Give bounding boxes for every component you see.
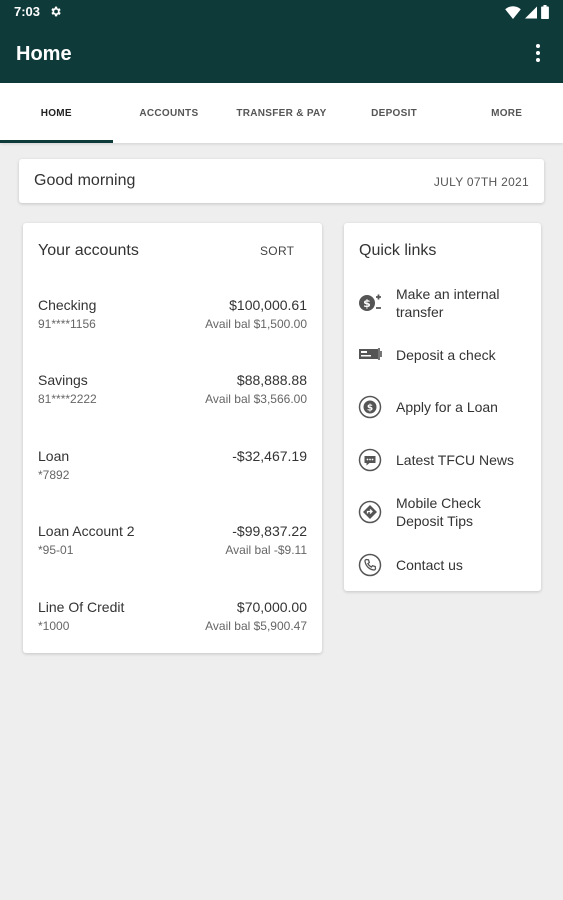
greeting-text: Good morning <box>34 172 136 189</box>
greeting-card: Good morning JULY 07TH 2021 <box>19 159 544 203</box>
account-balance: $88,888.88 <box>236 372 307 388</box>
news-icon <box>358 448 382 472</box>
account-number: *7892 <box>38 468 70 482</box>
tab-bar: HOME ACCOUNTS TRANSFER & PAY DEPOSIT MOR… <box>0 83 563 143</box>
battery-icon <box>541 5 549 19</box>
sort-button[interactable]: SORT <box>260 244 294 258</box>
account-balance: $100,000.61 <box>229 297 307 313</box>
overflow-menu-icon[interactable] <box>535 44 541 62</box>
account-name: Savings <box>38 372 88 388</box>
tab-more[interactable]: MORE <box>450 83 563 143</box>
phone-icon <box>358 553 382 577</box>
quick-links-card: Quick links $ Make an internal transfer … <box>344 223 541 591</box>
wifi-icon <box>505 5 521 19</box>
status-bar: 7:03 <box>0 0 563 24</box>
tab-deposit[interactable]: DEPOSIT <box>338 83 451 143</box>
greeting-date: JULY 07TH 2021 <box>433 175 529 189</box>
check-icon <box>359 348 382 360</box>
active-tab-indicator <box>0 140 113 143</box>
account-balance: -$99,837.22 <box>232 523 307 539</box>
account-row-checking[interactable]: Checking 91****1156 $100,000.61 Avail ba… <box>23 297 322 357</box>
quick-link-label: Mobile Check Deposit Tips <box>396 495 481 529</box>
loan-icon: $ <box>358 395 382 419</box>
accounts-title: Your accounts <box>38 242 139 259</box>
page-title: Home <box>16 43 72 65</box>
quick-link-internal-transfer[interactable]: $ Make an internal transfer <box>344 285 541 321</box>
account-name: Line Of Credit <box>38 599 125 615</box>
account-balance: -$32,467.19 <box>232 448 307 464</box>
quick-link-label: Latest TFCU News <box>396 452 514 468</box>
transfer-icon: $ <box>359 294 381 311</box>
account-row-savings[interactable]: Savings 81****2222 $88,888.88 Avail bal … <box>23 372 322 432</box>
account-number: 81****2222 <box>38 392 97 406</box>
quick-link-news[interactable]: Latest TFCU News <box>344 448 541 472</box>
account-name: Loan Account 2 <box>38 523 135 539</box>
status-time: 7:03 <box>14 4 41 19</box>
quick-link-apply-loan[interactable]: $ Apply for a Loan <box>344 395 541 419</box>
account-row-line-of-credit[interactable]: Line Of Credit *1000 $70,000.00 Avail ba… <box>23 599 322 659</box>
account-number: *95-01 <box>38 543 74 557</box>
account-row-loan[interactable]: Loan *7892 -$32,467.19 <box>23 448 322 508</box>
account-available-balance: Avail bal $1,500.00 <box>205 317 307 331</box>
account-balance: $70,000.00 <box>236 599 307 615</box>
account-name: Loan <box>38 448 70 464</box>
app-bar: Home <box>0 24 563 83</box>
quick-links-title: Quick links <box>359 242 437 259</box>
tips-icon <box>358 500 382 524</box>
quick-link-label: Apply for a Loan <box>396 399 498 415</box>
quick-link-label: Deposit a check <box>396 347 496 363</box>
quick-link-contact-us[interactable]: Contact us <box>344 553 541 577</box>
tab-home[interactable]: HOME <box>0 83 113 143</box>
svg-text:$: $ <box>367 404 373 414</box>
tab-accounts[interactable]: ACCOUNTS <box>113 83 226 143</box>
accounts-card: Your accounts SORT Checking 91****1156 $… <box>23 223 322 653</box>
signal-icon <box>525 6 537 18</box>
settings-gear-icon <box>51 6 61 17</box>
account-name: Checking <box>38 297 97 313</box>
quick-link-deposit-tips[interactable]: Mobile Check Deposit Tips <box>344 494 541 530</box>
status-icons <box>505 5 549 19</box>
quick-link-label: Contact us <box>396 557 463 573</box>
tab-transfer-pay[interactable]: TRANSFER & PAY <box>225 83 338 143</box>
account-number: *1000 <box>38 619 70 633</box>
account-number: 91****1156 <box>38 317 96 331</box>
account-available-balance: Avail bal $3,566.00 <box>205 392 307 406</box>
account-available-balance: Avail bal $5,900.47 <box>205 619 307 633</box>
account-row-loan-account-2[interactable]: Loan Account 2 *95-01 -$99,837.22 Avail … <box>23 523 322 583</box>
svg-text:$: $ <box>363 297 371 310</box>
quick-link-label: Make an internal transfer <box>396 286 500 320</box>
quick-link-deposit-check[interactable]: Deposit a check <box>344 345 541 365</box>
account-available-balance: Avail bal -$9.11 <box>225 543 307 557</box>
